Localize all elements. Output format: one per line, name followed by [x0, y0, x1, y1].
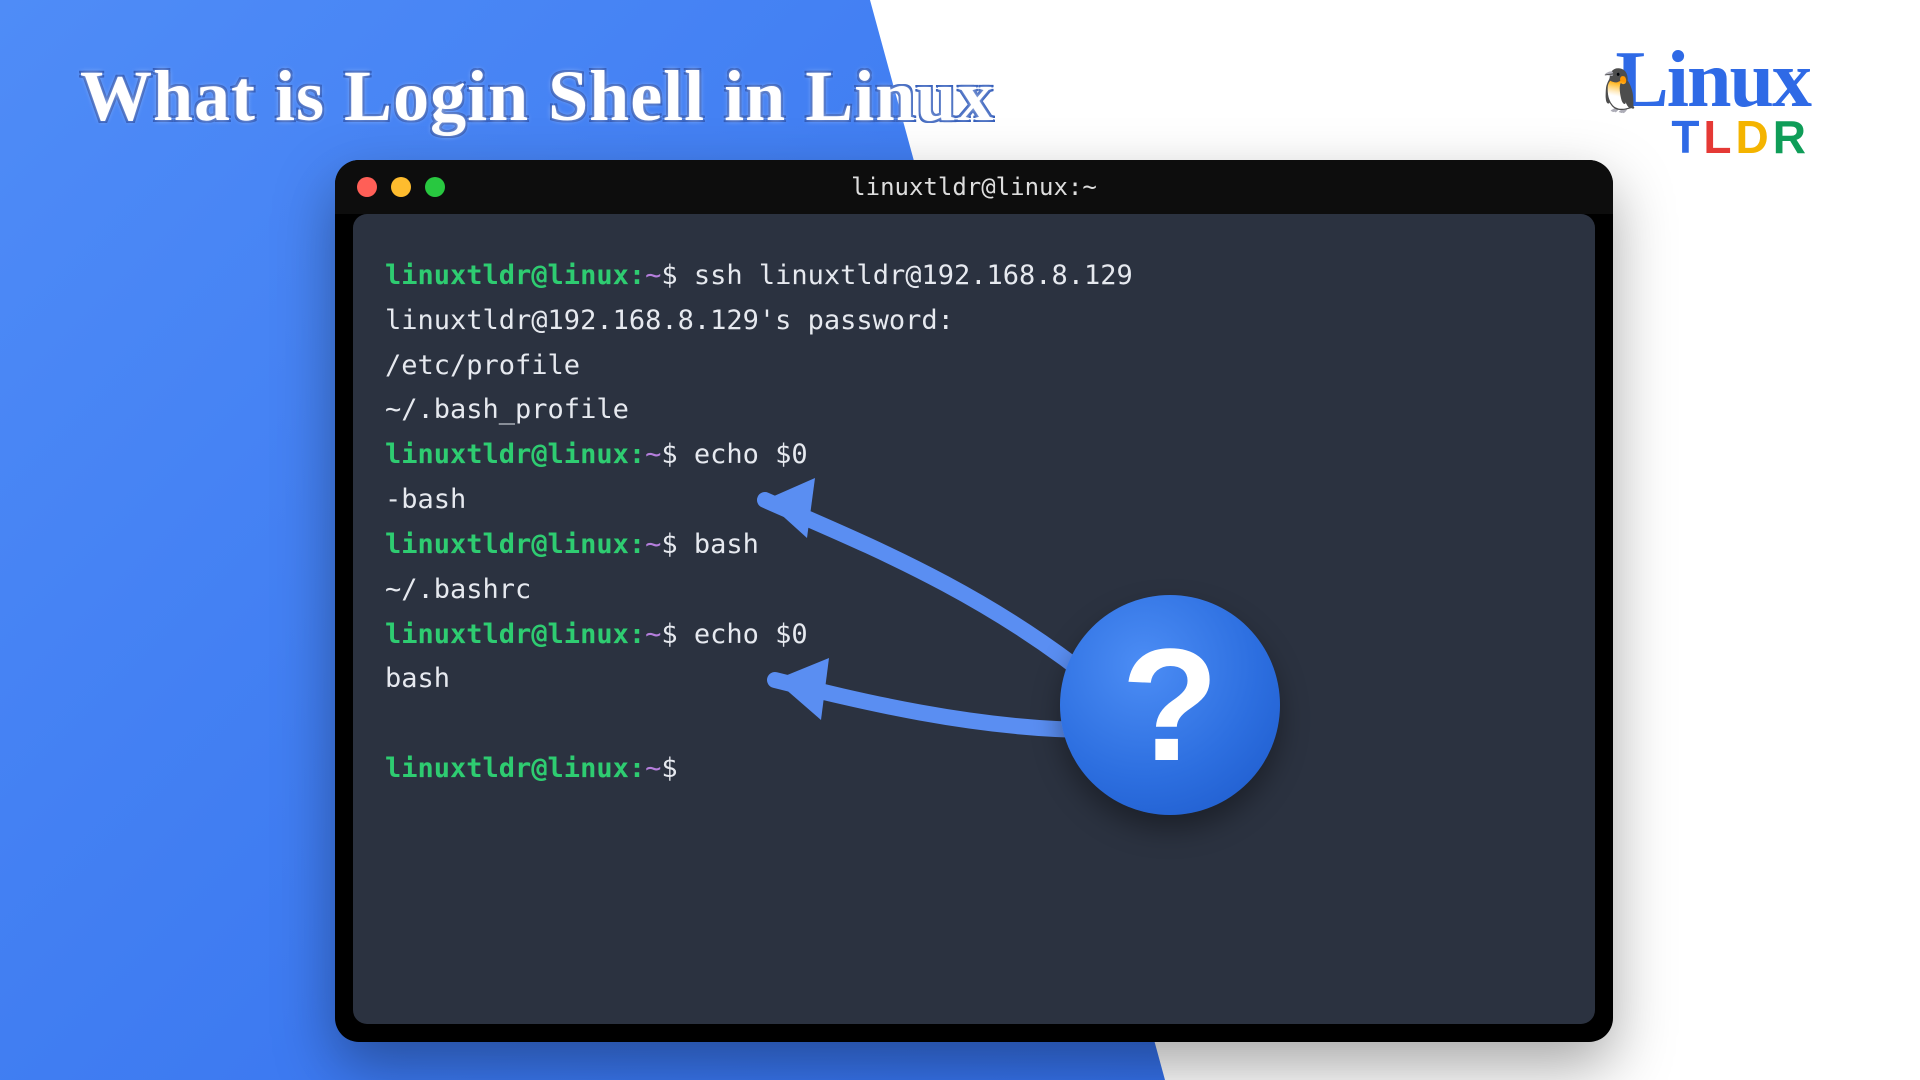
prompt-path: ~: [645, 529, 661, 560]
terminal-window: linuxtldr@linux:~ linuxtldr@linux:~$ ssh…: [335, 160, 1613, 1042]
prompt-host: linuxtldr@linux:: [385, 529, 645, 560]
prompt-path: ~: [645, 753, 661, 784]
prompt-dollar: $: [661, 753, 677, 784]
slide-stage: What is Login Shell in Linux 🐧 Linux TLD…: [0, 0, 1920, 1080]
terminal-line: linuxtldr@linux:~$ echo $0: [385, 613, 1563, 658]
prompt-host: linuxtldr@linux:: [385, 260, 645, 291]
terminal-title: linuxtldr@linux:~: [335, 173, 1613, 201]
penguin-icon: 🐧: [1594, 70, 1646, 112]
terminal-line: linuxtldr@linux:~$ ssh linuxtldr@192.168…: [385, 254, 1563, 299]
prompt-path: ~: [645, 619, 661, 650]
terminal-titlebar: linuxtldr@linux:~: [335, 160, 1613, 214]
terminal-line: ~/.bashrc: [385, 568, 1563, 613]
terminal-line: -bash: [385, 478, 1563, 523]
prompt-path: ~: [645, 439, 661, 470]
prompt-dollar: $: [661, 619, 677, 650]
command-text: bash: [678, 529, 759, 560]
terminal-line: linuxtldr@192.168.8.129's password:: [385, 299, 1563, 344]
logo-letter-l: L: [1703, 111, 1735, 163]
terminal-line: bash: [385, 657, 1563, 702]
command-text: echo $0: [678, 619, 808, 650]
logo-letter-t: T: [1671, 111, 1703, 163]
terminal-line: linuxtldr@linux:~$ echo $0: [385, 433, 1563, 478]
prompt-dollar: $: [661, 529, 677, 560]
linux-tldr-logo: 🐧 Linux TLDR: [1615, 40, 1810, 160]
prompt-path: ~: [645, 260, 661, 291]
prompt-dollar: $: [661, 260, 677, 291]
logo-letter-d: D: [1736, 111, 1773, 163]
prompt-host: linuxtldr@linux:: [385, 439, 645, 470]
prompt-host: linuxtldr@linux:: [385, 619, 645, 650]
blank-line: [385, 702, 1563, 747]
prompt-host: linuxtldr@linux:: [385, 753, 645, 784]
terminal-line: ~/.bash_profile: [385, 388, 1563, 433]
terminal-line: linuxtldr@linux:~$: [385, 747, 1563, 792]
prompt-dollar: $: [661, 439, 677, 470]
slide-title: What is Login Shell in Linux: [80, 55, 994, 138]
command-text: ssh linuxtldr@192.168.8.129: [678, 260, 1133, 291]
terminal-line: /etc/profile: [385, 344, 1563, 389]
logo-letter-r: R: [1773, 111, 1810, 163]
question-mark-badge: ?: [1060, 595, 1280, 815]
command-text: echo $0: [678, 439, 808, 470]
terminal-line: linuxtldr@linux:~$ bash: [385, 523, 1563, 568]
terminal-screen[interactable]: linuxtldr@linux:~$ ssh linuxtldr@192.168…: [353, 214, 1595, 1024]
question-mark-icon: ?: [1121, 613, 1219, 797]
